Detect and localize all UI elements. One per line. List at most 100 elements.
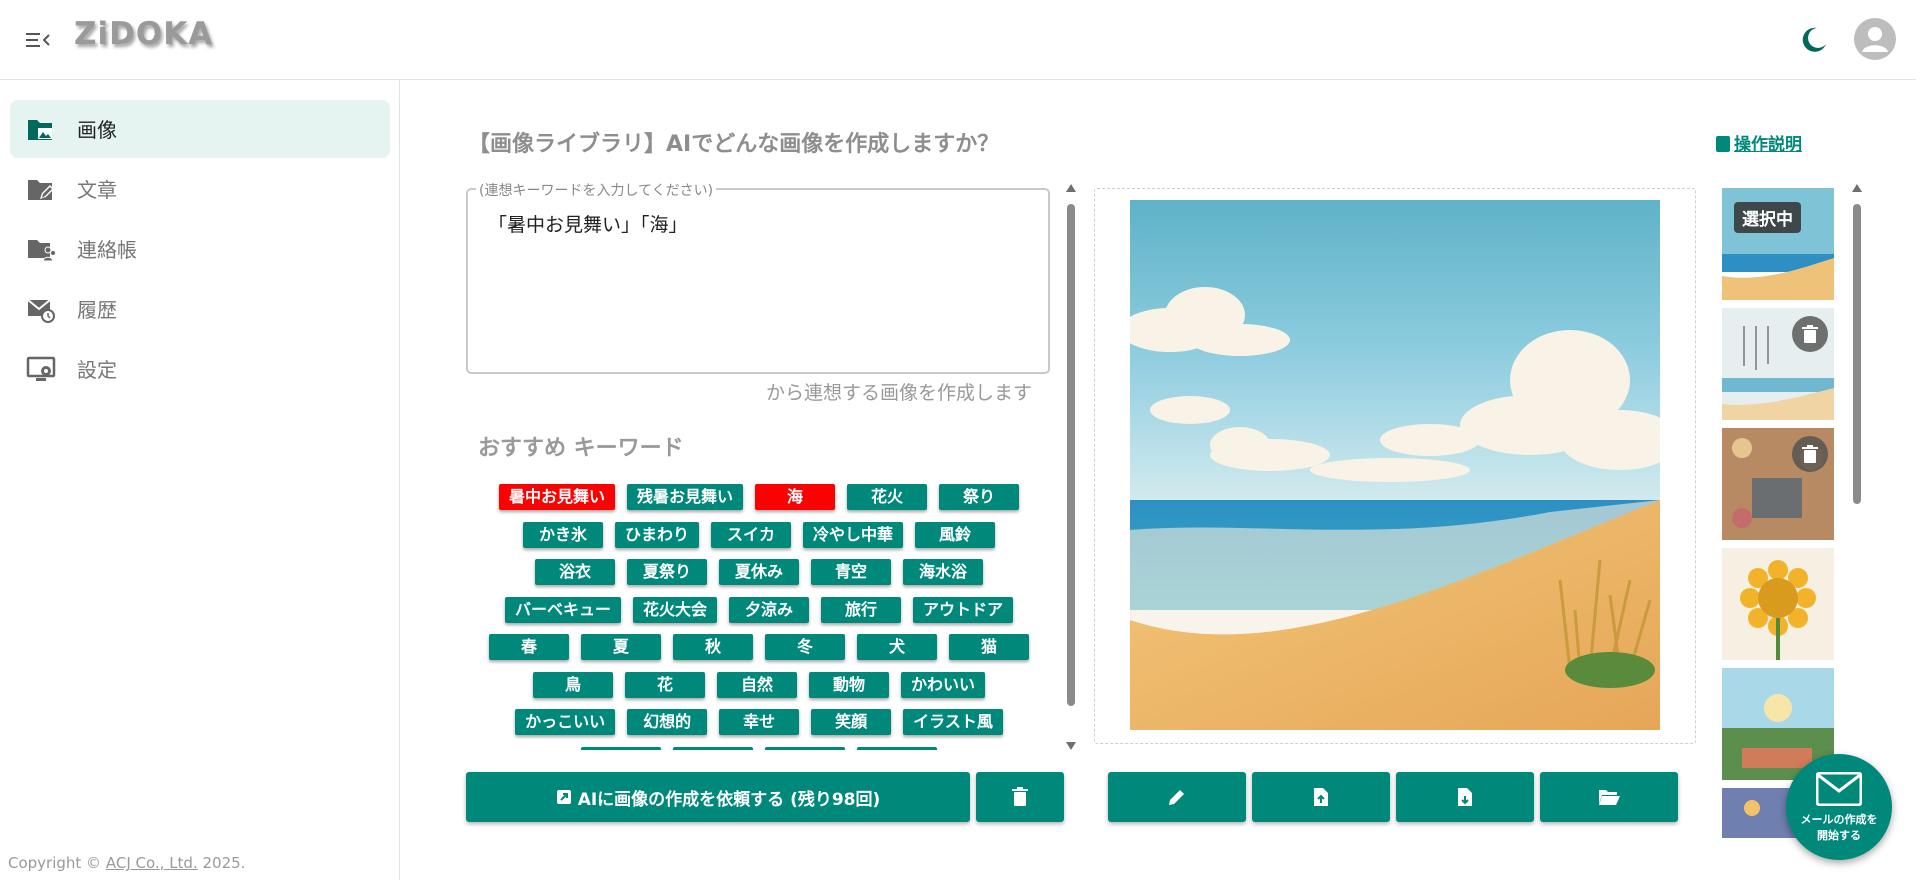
keyword-chip[interactable]: 幻想的 — [627, 709, 708, 735]
scroll-down-arrow[interactable] — [1066, 742, 1076, 750]
scroll-up-arrow[interactable] — [1852, 184, 1862, 192]
keyword-field: (連想キーワードを入力してください) 「暑中お見舞い」「海」 — [466, 180, 1050, 374]
keyword-chip[interactable]: 動物 — [808, 671, 889, 698]
company-link[interactable]: ACJ Co., Ltd. — [106, 854, 198, 872]
keyword-chip-row — [474, 746, 1044, 750]
keyword-input[interactable]: 「暑中お見舞い」「海」 — [488, 210, 1028, 360]
help-link-label: 操作説明 — [1734, 135, 1802, 155]
keyword-chip[interactable]: 浴衣 — [535, 559, 615, 585]
sidebar-item-label: 文章 — [77, 178, 117, 202]
keyword-chip[interactable]: 旅行 — [821, 596, 901, 623]
generated-image-preview — [1130, 200, 1660, 730]
sidebar-item-history[interactable]: 履歴 — [10, 280, 390, 338]
keyword-chip[interactable]: 夏祭り — [627, 559, 707, 585]
keyword-chip[interactable]: かわいい — [900, 671, 985, 698]
file-download-icon — [1458, 788, 1472, 806]
keyword-chip-row: かき氷 ひまわり スイカ 冷やし中華 風鈴 — [474, 521, 1044, 548]
keyword-chip[interactable] — [857, 746, 937, 750]
sidebar-item-label: 履歴 — [77, 298, 117, 322]
keyword-chip-row: かっこいい 幻想的 幸せ 笑顔 イラスト風 — [474, 709, 1044, 735]
edit-folder-icon — [28, 180, 54, 200]
keyword-chip[interactable]: かっこいい — [515, 709, 616, 735]
sidebar-item-text[interactable]: 文章 — [10, 160, 390, 218]
menu-collapse-icon[interactable] — [24, 26, 52, 54]
keyword-chip[interactable]: 海水浴 — [903, 559, 983, 585]
keyword-panel-scrollbar[interactable] — [1064, 184, 1078, 750]
moon-icon[interactable] — [1798, 24, 1830, 56]
recommended-keywords-title: おすすめ キーワード — [478, 436, 684, 461]
upload-image-button[interactable] — [1252, 772, 1390, 822]
keyword-chip[interactable]: 残暑お見舞い — [627, 484, 744, 510]
keyword-chip[interactable]: 犬 — [857, 634, 937, 660]
keyword-chip[interactable]: 夏休み — [719, 559, 799, 585]
keyword-field-legend: (連想キーワードを入力してください) — [476, 180, 717, 200]
keyword-chip[interactable]: ひまわり — [614, 521, 699, 548]
keyword-chip[interactable]: 秋 — [673, 634, 753, 660]
keyword-chip[interactable]: アウトドア — [913, 596, 1014, 623]
keyword-chip[interactable]: 冷やし中華 — [803, 521, 904, 548]
account-icon[interactable] — [1854, 18, 1896, 60]
keyword-chip[interactable]: 鳥 — [532, 671, 613, 698]
keyword-chip[interactable]: 青空 — [811, 559, 891, 585]
thumbnail-item[interactable] — [1722, 428, 1834, 540]
file-upload-icon — [1314, 788, 1328, 806]
keyword-chip[interactable]: 冬 — [765, 634, 845, 660]
trash-icon — [1802, 445, 1818, 463]
keyword-chip[interactable]: スイカ — [711, 521, 791, 548]
trash-icon — [1012, 787, 1028, 806]
thumbnail-item[interactable] — [1722, 548, 1834, 660]
generate-image-button[interactable]: AIに画像の作成を依頼する (残り98回) — [466, 772, 970, 822]
start-email-fab[interactable]: メールの作成を 開始する — [1786, 754, 1892, 860]
sidebar-item-contacts[interactable]: 連絡帳 — [10, 220, 390, 278]
keyword-chip[interactable]: 夏 — [581, 634, 661, 660]
keyword-chip[interactable]: バーベキュー — [504, 596, 621, 623]
edit-image-button[interactable] — [1108, 772, 1246, 822]
thumbnail-selected[interactable]: 選択中 — [1722, 188, 1834, 300]
start-email-label: メールの作成を 開始する — [1786, 812, 1892, 844]
sidebar-item-settings[interactable]: 設定 — [10, 340, 390, 398]
sidebar: 画像 文章 連絡帳 履歴 設定 Copyright © ACJ Co., Ltd… — [0, 80, 400, 880]
keyword-chip[interactable]: 夕涼み — [729, 596, 809, 623]
scroll-up-arrow[interactable] — [1066, 184, 1076, 192]
keyword-chip[interactable]: 暑中お見舞い — [498, 484, 615, 510]
keyword-chip[interactable]: 自然 — [716, 671, 797, 698]
keyword-chip[interactable] — [673, 746, 753, 750]
keyword-chip[interactable]: 祭り — [939, 484, 1020, 510]
app-logo[interactable]: ZiDOKA — [74, 16, 213, 52]
keyword-chip[interactable]: かき氷 — [522, 521, 603, 548]
start-email-label-line1: メールの作成を — [1800, 813, 1878, 826]
copyright: Copyright © ACJ Co., Ltd. 2025. — [8, 854, 245, 872]
download-image-button[interactable] — [1396, 772, 1534, 822]
open-external-icon — [556, 790, 571, 804]
copyright-year: 2025. — [197, 854, 246, 872]
keyword-chip-row: 浴衣 夏祭り 夏休み 青空 海水浴 — [474, 559, 1044, 585]
keyword-chip-list: 暑中お見舞い 残暑お見舞い海花火 祭り かき氷 ひまわり スイカ 冷やし中華 風鈴 浴衣 夏祭り夏… — [474, 484, 1044, 750]
keyword-chip[interactable]: 花火 — [847, 484, 928, 510]
thumbnail-item[interactable] — [1722, 308, 1834, 420]
delete-thumbnail-button[interactable] — [1792, 316, 1828, 352]
help-link[interactable]: 操作説明 — [1716, 130, 1802, 155]
mail-history-icon — [27, 299, 55, 323]
scroll-thumb[interactable] — [1067, 204, 1075, 706]
pencil-icon — [1169, 790, 1184, 805]
keyword-chip[interactable]: 幸せ — [719, 709, 800, 735]
keyword-chip[interactable]: 海 — [755, 484, 836, 510]
selected-badge: 選択中 — [1734, 202, 1801, 233]
clear-keywords-button[interactable] — [976, 772, 1064, 822]
keyword-chip[interactable] — [765, 746, 845, 750]
thumbnail-scrollbar[interactable] — [1850, 184, 1864, 834]
keyword-chip[interactable]: 春 — [489, 634, 569, 660]
keyword-chip[interactable]: 花 — [624, 671, 705, 698]
start-email-label-line2: 開始する — [1817, 829, 1861, 842]
sidebar-item-image[interactable]: 画像 — [10, 100, 390, 158]
keyword-chip[interactable]: 花火大会 — [632, 596, 717, 623]
generate-image-label: AIに画像の作成を依頼する (残り98回) — [577, 789, 881, 810]
keyword-chip[interactable]: 猫 — [949, 634, 1029, 660]
keyword-chip[interactable]: 風鈴 — [915, 521, 996, 548]
open-folder-button[interactable] — [1540, 772, 1678, 822]
keyword-chip[interactable] — [581, 746, 661, 750]
delete-thumbnail-button[interactable] — [1792, 436, 1828, 472]
scroll-thumb[interactable] — [1853, 204, 1861, 504]
keyword-chip[interactable]: イラスト風 — [903, 709, 1003, 735]
keyword-chip[interactable]: 笑顔 — [811, 709, 892, 735]
